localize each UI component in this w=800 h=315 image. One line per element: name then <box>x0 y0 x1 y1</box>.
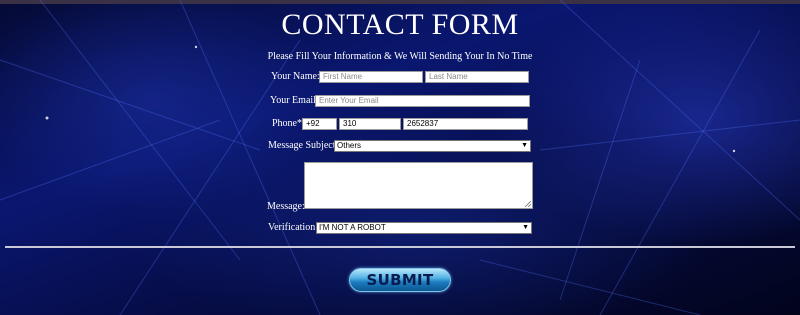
email-input[interactable]: Enter Your Email <box>315 95 530 107</box>
subject-label: Message Subject <box>268 140 336 151</box>
page-title: CONTACT FORM <box>281 8 519 41</box>
phone-area-code-input[interactable]: 310 <box>339 118 401 130</box>
chevron-down-icon: ▼ <box>522 224 529 231</box>
phone-country-code-input[interactable]: +92 <box>302 118 337 130</box>
email-label: Your Email <box>270 95 316 106</box>
verification-selected-value: I'M NOT A ROBOT <box>319 223 386 232</box>
verification-label: Verification: <box>268 222 318 233</box>
resize-grip-icon[interactable] <box>525 201 531 207</box>
phone-number-input[interactable]: 2652837 <box>403 118 528 130</box>
first-name-input[interactable]: First Name <box>319 71 423 83</box>
last-name-input[interactable]: Last Name <box>425 71 529 83</box>
verification-select[interactable]: I'M NOT A ROBOT ▼ <box>316 222 532 234</box>
form-subtitle: Please Fill Your Information & We Will S… <box>267 51 533 62</box>
phone-label: Phone* <box>272 118 302 129</box>
message-label: Message: <box>267 201 305 212</box>
divider <box>5 246 795 248</box>
message-textarea[interactable] <box>304 162 533 209</box>
name-label: Your Name: <box>271 71 320 82</box>
submit-button[interactable]: SUBMIT <box>349 268 451 292</box>
subject-selected-value: Others <box>337 141 362 150</box>
chevron-down-icon: ▼ <box>521 142 528 149</box>
subject-select[interactable]: Others ▼ <box>334 140 531 152</box>
